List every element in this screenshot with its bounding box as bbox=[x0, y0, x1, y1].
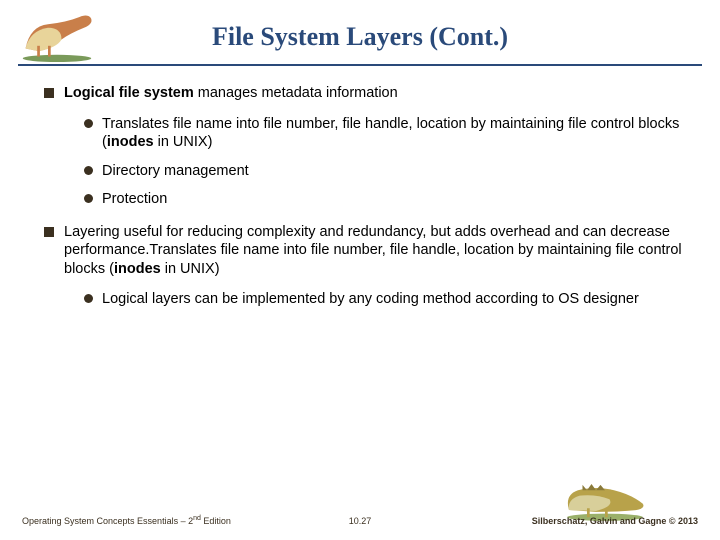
footer-page-number: 10.27 bbox=[349, 516, 372, 526]
text: Edition bbox=[201, 516, 231, 526]
footer-left: Operating System Concepts Essentials – 2… bbox=[22, 515, 231, 526]
bullet-logical-file-system: Logical file system manages metadata inf… bbox=[38, 84, 682, 209]
footer-copyright: Silberschatz, Galvin and Gagne © 2013 bbox=[532, 516, 698, 526]
bold-text: Logical file system bbox=[64, 85, 194, 101]
subbullet-protection: Protection bbox=[74, 190, 682, 209]
slide-title: File System Layers (Cont.) bbox=[18, 0, 702, 52]
text: Logical layers can be implemented by any… bbox=[102, 291, 639, 307]
text: Protection bbox=[102, 191, 167, 207]
text: in UNIX) bbox=[161, 261, 220, 277]
superscript: nd bbox=[193, 515, 201, 522]
slide-content: Logical file system manages metadata inf… bbox=[0, 66, 720, 309]
bold-text: inodes bbox=[114, 261, 161, 277]
dinosaur-left-image bbox=[12, 6, 102, 64]
subbullet-logical-layers: Logical layers can be implemented by any… bbox=[74, 290, 682, 309]
text: Directory management bbox=[102, 163, 249, 179]
slide-footer: Operating System Concepts Essentials – 2… bbox=[0, 504, 720, 530]
bullet-layering: Layering useful for reducing complexity … bbox=[38, 223, 682, 309]
subbullet-translates: Translates file name into file number, f… bbox=[74, 115, 682, 152]
bold-text: inodes bbox=[107, 134, 154, 150]
text: manages metadata information bbox=[194, 85, 398, 101]
text: in UNIX) bbox=[154, 134, 213, 150]
text: Operating System Concepts Essentials – 2 bbox=[22, 516, 193, 526]
subbullet-directory: Directory management bbox=[74, 162, 682, 181]
